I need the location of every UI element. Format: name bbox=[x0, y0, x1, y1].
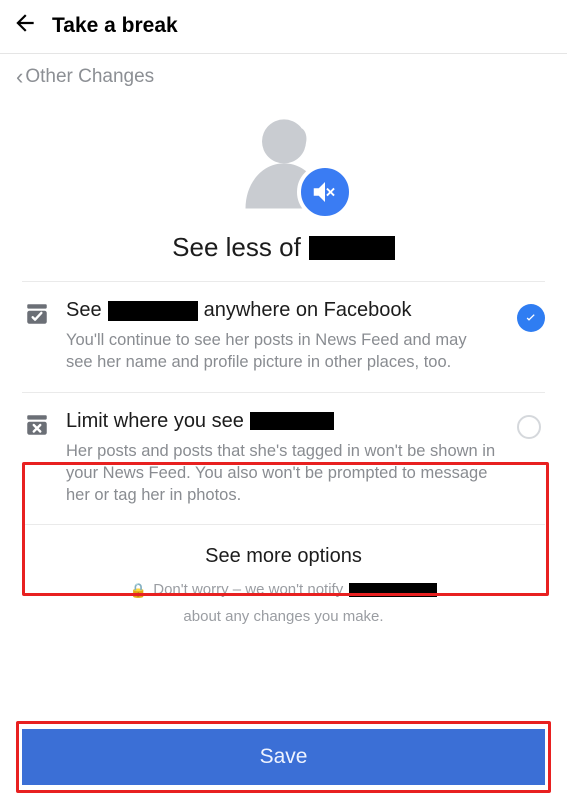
redacted-name bbox=[309, 236, 395, 260]
save-button-container: Save bbox=[22, 729, 545, 785]
opt1-title-suffix: anywhere on Facebook bbox=[204, 298, 412, 323]
options-list: See anywhere on Facebook You'll continue… bbox=[0, 281, 567, 525]
back-arrow-icon[interactable] bbox=[12, 10, 38, 41]
feed-x-icon bbox=[24, 412, 54, 443]
redacted-name bbox=[250, 412, 334, 430]
redacted-name bbox=[108, 301, 198, 321]
breadcrumb-label: Other Changes bbox=[25, 66, 154, 88]
opt2-title-prefix: Limit where you see bbox=[66, 409, 244, 434]
opt2-desc: Her posts and posts that she's tagged in… bbox=[66, 440, 497, 507]
footer-note-prefix: Don't worry – we won't notify bbox=[153, 580, 343, 600]
radio-selected[interactable] bbox=[517, 304, 545, 332]
opt1-desc: You'll continue to see her posts in News… bbox=[66, 329, 497, 374]
lock-icon: 🔒 bbox=[130, 581, 147, 600]
page-title: Take a break bbox=[52, 14, 178, 38]
footer-note-suffix: about any changes you make. bbox=[183, 607, 383, 627]
see-more-options[interactable]: See more options bbox=[0, 525, 567, 580]
footer-note: 🔒 Don't worry – we won't notify about an… bbox=[0, 580, 567, 639]
hero-section: See less of bbox=[0, 96, 567, 281]
mute-icon bbox=[297, 164, 353, 220]
top-bar: Take a break bbox=[0, 0, 567, 54]
save-button[interactable]: Save bbox=[22, 729, 545, 785]
option-limit-where[interactable]: Limit where you see Her posts and posts … bbox=[22, 393, 545, 525]
redacted-name bbox=[349, 583, 437, 597]
option-see-anywhere[interactable]: See anywhere on Facebook You'll continue… bbox=[22, 282, 545, 392]
hero-title-prefix: See less of bbox=[172, 232, 301, 263]
breadcrumb-back[interactable]: ‹ Other Changes bbox=[0, 54, 567, 96]
chevron-left-icon: ‹ bbox=[16, 66, 23, 88]
avatar bbox=[229, 104, 339, 214]
hero-title: See less of bbox=[172, 232, 395, 263]
radio-unselected[interactable] bbox=[517, 415, 545, 443]
feed-check-icon bbox=[24, 301, 54, 332]
opt1-title-prefix: See bbox=[66, 298, 102, 323]
